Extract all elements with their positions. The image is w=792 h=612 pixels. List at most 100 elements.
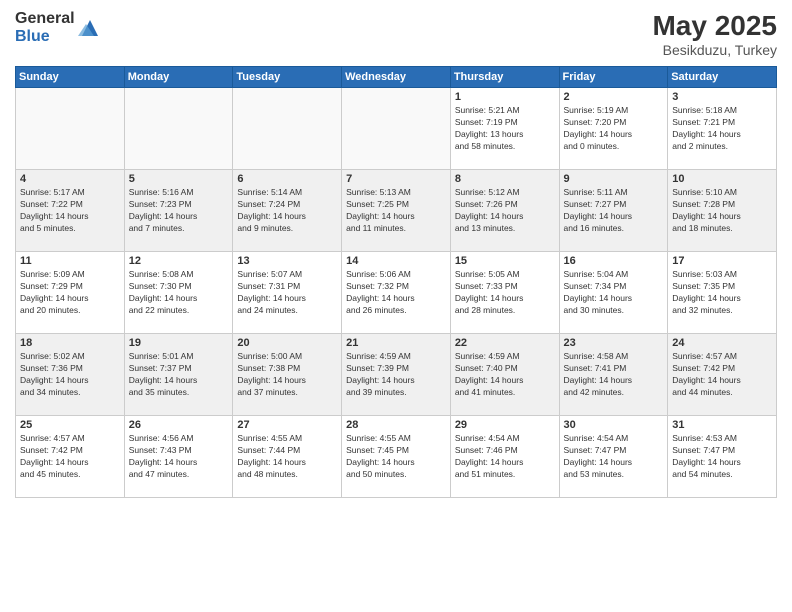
calendar-cell: 5Sunrise: 5:16 AM Sunset: 7:23 PM Daylig… <box>124 170 233 252</box>
day-number: 10 <box>672 173 772 185</box>
day-info: Sunrise: 5:14 AM Sunset: 7:24 PM Dayligh… <box>237 187 337 235</box>
day-number: 5 <box>129 173 229 185</box>
day-info: Sunrise: 4:55 AM Sunset: 7:44 PM Dayligh… <box>237 433 337 481</box>
calendar-cell: 29 Sunrise: 4:54 AM Sunset: 7:46 PM Dayli… <box>450 416 559 498</box>
day-number: 18 <box>20 337 120 349</box>
calendar-cell: 12Sunrise: 5:08 AM Sunset: 7:30 PM Dayli… <box>124 252 233 334</box>
day-number: 16 <box>564 255 664 267</box>
calendar-cell <box>124 88 233 170</box>
calendar-cell: 4 Sunrise: 5:17 AM Sunset: 7:22 PM Daylig… <box>16 170 125 252</box>
header-thursday: Thursday <box>450 67 559 88</box>
calendar-cell: 28 Sunrise: 4:55 AM Sunset: 7:45 PM Dayli… <box>342 416 451 498</box>
calendar-cell: 11 Sunrise: 5:09 AM Sunset: 7:29 PM Dayli… <box>16 252 125 334</box>
day-number: 24 <box>672 337 772 349</box>
calendar-cell: 13 Sunrise: 5:07 AM Sunset: 7:31 PM Dayli… <box>233 252 342 334</box>
day-number: 28 <box>346 419 446 431</box>
logo-text: General Blue <box>15 10 75 45</box>
day-number: 13 <box>237 255 337 267</box>
day-number: 11 <box>20 255 120 267</box>
calendar-cell: 1 Sunrise: 5:21 AM Sunset: 7:19 PM Daylig… <box>450 88 559 170</box>
day-info: Sunrise: 4:54 AM Sunset: 7:47 PM Dayligh… <box>564 433 664 481</box>
calendar-cell: 17 Sunrise: 5:03 AM Sunset: 7:35 PM Dayli… <box>668 252 777 334</box>
location: Besikduzu, Turkey <box>652 42 777 58</box>
day-number: 3 <box>672 91 772 103</box>
week-row-1: 1 Sunrise: 5:21 AM Sunset: 7:19 PM Daylig… <box>16 88 777 170</box>
page: General Blue May 2025 Besikduzu, Turkey … <box>0 0 792 612</box>
day-info: Sunrise: 5:12 AM Sunset: 7:26 PM Dayligh… <box>455 187 555 235</box>
day-number: 12 <box>129 255 229 267</box>
day-info: Sunrise: 4:57 AM Sunset: 7:42 PM Dayligh… <box>20 433 120 481</box>
day-number: 4 <box>20 173 120 185</box>
day-number: 22 <box>455 337 555 349</box>
calendar-cell: 2 Sunrise: 5:19 AM Sunset: 7:20 PM Daylig… <box>559 88 668 170</box>
logo-general: General <box>15 10 75 28</box>
month-title: May 2025 <box>652 10 777 42</box>
day-info: Sunrise: 4:59 AM Sunset: 7:39 PM Dayligh… <box>346 351 446 399</box>
calendar-cell: 8Sunrise: 5:12 AM Sunset: 7:26 PM Daylig… <box>450 170 559 252</box>
day-info: Sunrise: 5:13 AM Sunset: 7:25 PM Dayligh… <box>346 187 446 235</box>
calendar-cell: 25Sunrise: 4:57 AM Sunset: 7:42 PM Dayli… <box>16 416 125 498</box>
week-row-4: 18 Sunrise: 5:02 AM Sunset: 7:36 PM Dayli… <box>16 334 777 416</box>
day-number: 29 <box>455 419 555 431</box>
day-number: 26 <box>129 419 229 431</box>
day-number: 23 <box>564 337 664 349</box>
day-info: Sunrise: 5:19 AM Sunset: 7:20 PM Dayligh… <box>564 105 664 153</box>
day-number: 6 <box>237 173 337 185</box>
day-number: 19 <box>129 337 229 349</box>
day-info: Sunrise: 4:55 AM Sunset: 7:45 PM Dayligh… <box>346 433 446 481</box>
day-number: 17 <box>672 255 772 267</box>
day-number: 7 <box>346 173 446 185</box>
calendar-cell: 7 Sunrise: 5:13 AM Sunset: 7:25 PM Daylig… <box>342 170 451 252</box>
week-row-3: 11 Sunrise: 5:09 AM Sunset: 7:29 PM Dayli… <box>16 252 777 334</box>
day-info: Sunrise: 5:00 AM Sunset: 7:38 PM Dayligh… <box>237 351 337 399</box>
day-info: Sunrise: 5:03 AM Sunset: 7:35 PM Dayligh… <box>672 269 772 317</box>
day-info: Sunrise: 5:10 AM Sunset: 7:28 PM Dayligh… <box>672 187 772 235</box>
calendar-cell: 21 Sunrise: 4:59 AM Sunset: 7:39 PM Dayli… <box>342 334 451 416</box>
day-info: Sunrise: 4:54 AM Sunset: 7:46 PM Dayligh… <box>455 433 555 481</box>
day-info: Sunrise: 4:53 AM Sunset: 7:47 PM Dayligh… <box>672 433 772 481</box>
calendar-cell: 3 Sunrise: 5:18 AM Sunset: 7:21 PM Daylig… <box>668 88 777 170</box>
logo-blue: Blue <box>15 28 75 46</box>
day-info: Sunrise: 5:17 AM Sunset: 7:22 PM Dayligh… <box>20 187 120 235</box>
logo: General Blue <box>15 10 102 45</box>
day-info: Sunrise: 5:18 AM Sunset: 7:21 PM Dayligh… <box>672 105 772 153</box>
calendar-cell: 9 Sunrise: 5:11 AM Sunset: 7:27 PM Daylig… <box>559 170 668 252</box>
calendar-cell: 30Sunrise: 4:54 AM Sunset: 7:47 PM Dayli… <box>559 416 668 498</box>
day-number: 14 <box>346 255 446 267</box>
day-info: Sunrise: 5:06 AM Sunset: 7:32 PM Dayligh… <box>346 269 446 317</box>
calendar-cell: 22Sunrise: 4:59 AM Sunset: 7:40 PM Dayli… <box>450 334 559 416</box>
day-number: 31 <box>672 419 772 431</box>
day-number: 15 <box>455 255 555 267</box>
calendar-cell: 16 Sunrise: 5:04 AM Sunset: 7:34 PM Dayli… <box>559 252 668 334</box>
day-info: Sunrise: 5:11 AM Sunset: 7:27 PM Dayligh… <box>564 187 664 235</box>
header-monday: Monday <box>124 67 233 88</box>
calendar-cell <box>233 88 342 170</box>
weekday-header-row: Sunday Monday Tuesday Wednesday Thursday… <box>16 67 777 88</box>
calendar-cell: 23Sunrise: 4:58 AM Sunset: 7:41 PM Dayli… <box>559 334 668 416</box>
calendar-cell: 26 Sunrise: 4:56 AM Sunset: 7:43 PM Dayli… <box>124 416 233 498</box>
day-info: Sunrise: 5:09 AM Sunset: 7:29 PM Dayligh… <box>20 269 120 317</box>
calendar-cell: 10 Sunrise: 5:10 AM Sunset: 7:28 PM Dayli… <box>668 170 777 252</box>
header: General Blue May 2025 Besikduzu, Turkey <box>15 10 777 58</box>
day-info: Sunrise: 5:04 AM Sunset: 7:34 PM Dayligh… <box>564 269 664 317</box>
day-info: Sunrise: 5:05 AM Sunset: 7:33 PM Dayligh… <box>455 269 555 317</box>
day-number: 2 <box>564 91 664 103</box>
calendar-cell: 18 Sunrise: 5:02 AM Sunset: 7:36 PM Dayli… <box>16 334 125 416</box>
day-info: Sunrise: 5:21 AM Sunset: 7:19 PM Dayligh… <box>455 105 555 153</box>
day-info: Sunrise: 5:07 AM Sunset: 7:31 PM Dayligh… <box>237 269 337 317</box>
day-number: 21 <box>346 337 446 349</box>
calendar-cell <box>342 88 451 170</box>
title-block: May 2025 Besikduzu, Turkey <box>652 10 777 58</box>
day-info: Sunrise: 4:56 AM Sunset: 7:43 PM Dayligh… <box>129 433 229 481</box>
day-number: 9 <box>564 173 664 185</box>
calendar-cell: 20Sunrise: 5:00 AM Sunset: 7:38 PM Dayli… <box>233 334 342 416</box>
header-friday: Friday <box>559 67 668 88</box>
calendar-cell: 15 Sunrise: 5:05 AM Sunset: 7:33 PM Dayli… <box>450 252 559 334</box>
day-info: Sunrise: 5:02 AM Sunset: 7:36 PM Dayligh… <box>20 351 120 399</box>
day-info: Sunrise: 5:01 AM Sunset: 7:37 PM Dayligh… <box>129 351 229 399</box>
calendar-cell <box>16 88 125 170</box>
calendar: Sunday Monday Tuesday Wednesday Thursday… <box>15 66 777 498</box>
calendar-cell: 27Sunrise: 4:55 AM Sunset: 7:44 PM Dayli… <box>233 416 342 498</box>
day-number: 1 <box>455 91 555 103</box>
logo-icon <box>78 16 102 40</box>
